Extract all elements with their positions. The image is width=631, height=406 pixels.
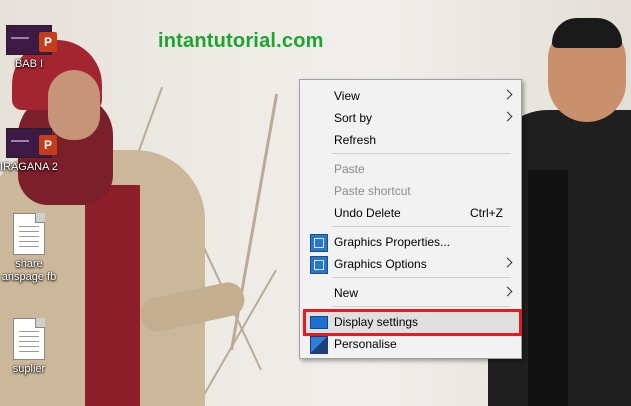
menu-item-label: Undo Delete: [334, 206, 401, 220]
desktop-icon-bab-i[interactable]: P BAB I: [0, 25, 64, 71]
person-right-hair: [552, 18, 622, 48]
menu-item-view[interactable]: View: [301, 85, 520, 107]
menu-item-paste[interactable]: Paste: [301, 158, 520, 180]
menu-item-label: Graphics Options: [334, 257, 427, 271]
menu-separator: [332, 153, 511, 154]
desktop-icon-suplier[interactable]: suplier: [0, 318, 64, 376]
menu-item-label: Refresh: [334, 133, 377, 147]
menu-item-label: Paste: [334, 162, 365, 176]
menu-item-personalise[interactable]: Personalise: [301, 333, 520, 355]
intel-graphics-icon: [310, 256, 328, 274]
menu-item-shortcut: Ctrl+Z: [470, 206, 503, 220]
menu-item-graphics-properties[interactable]: Graphics Properties...: [301, 231, 520, 253]
menu-separator: [332, 277, 511, 278]
desktop-icon-iragana-2[interactable]: P IRAGANA 2: [0, 128, 64, 174]
submenu-arrow-icon: [502, 257, 513, 268]
menu-item-paste-shortcut[interactable]: Paste shortcut: [301, 180, 520, 202]
powerpoint-file-icon: P: [6, 25, 57, 55]
menu-item-refresh[interactable]: Refresh: [301, 129, 520, 151]
text-file-icon: [13, 318, 45, 360]
desktop-icon-label: share: [15, 258, 43, 270]
desktop-icon-label: suplier: [12, 363, 46, 375]
menu-item-label: Graphics Properties...: [334, 235, 451, 249]
menu-separator: [332, 226, 511, 227]
highlight-annotation-box: [303, 309, 522, 336]
menu-item-sort-by[interactable]: Sort by: [301, 107, 520, 129]
menu-item-label: Paste shortcut: [334, 184, 411, 198]
desktop-icon-label: IRAGANA 2: [0, 161, 59, 173]
person-right-shirt: [528, 170, 568, 406]
desktop-icon-label: anspage fb: [1, 271, 57, 283]
watermark-text: intantutorial.com: [158, 30, 324, 52]
menu-item-undo-delete[interactable]: Undo Delete Ctrl+Z: [301, 202, 520, 224]
personalise-icon: [310, 336, 328, 354]
menu-item-label: Personalise: [334, 337, 397, 351]
menu-item-label: View: [334, 89, 360, 103]
desktop-icon-label: BAB I: [14, 58, 44, 70]
menu-separator: [332, 306, 511, 307]
submenu-arrow-icon: [502, 111, 513, 122]
menu-item-label: Sort by: [334, 111, 373, 125]
desktop-icon-share-fanspage-fb[interactable]: share anspage fb: [0, 213, 64, 284]
submenu-arrow-icon: [502, 286, 513, 297]
submenu-arrow-icon: [502, 89, 513, 100]
person-left-shirt: [85, 185, 140, 406]
menu-item-new[interactable]: New: [301, 282, 520, 304]
text-file-icon: [13, 213, 45, 255]
menu-item-graphics-options[interactable]: Graphics Options: [301, 253, 520, 275]
menu-item-label: New: [334, 286, 359, 300]
powerpoint-file-icon: P: [6, 128, 57, 158]
intel-graphics-icon: [310, 234, 328, 252]
